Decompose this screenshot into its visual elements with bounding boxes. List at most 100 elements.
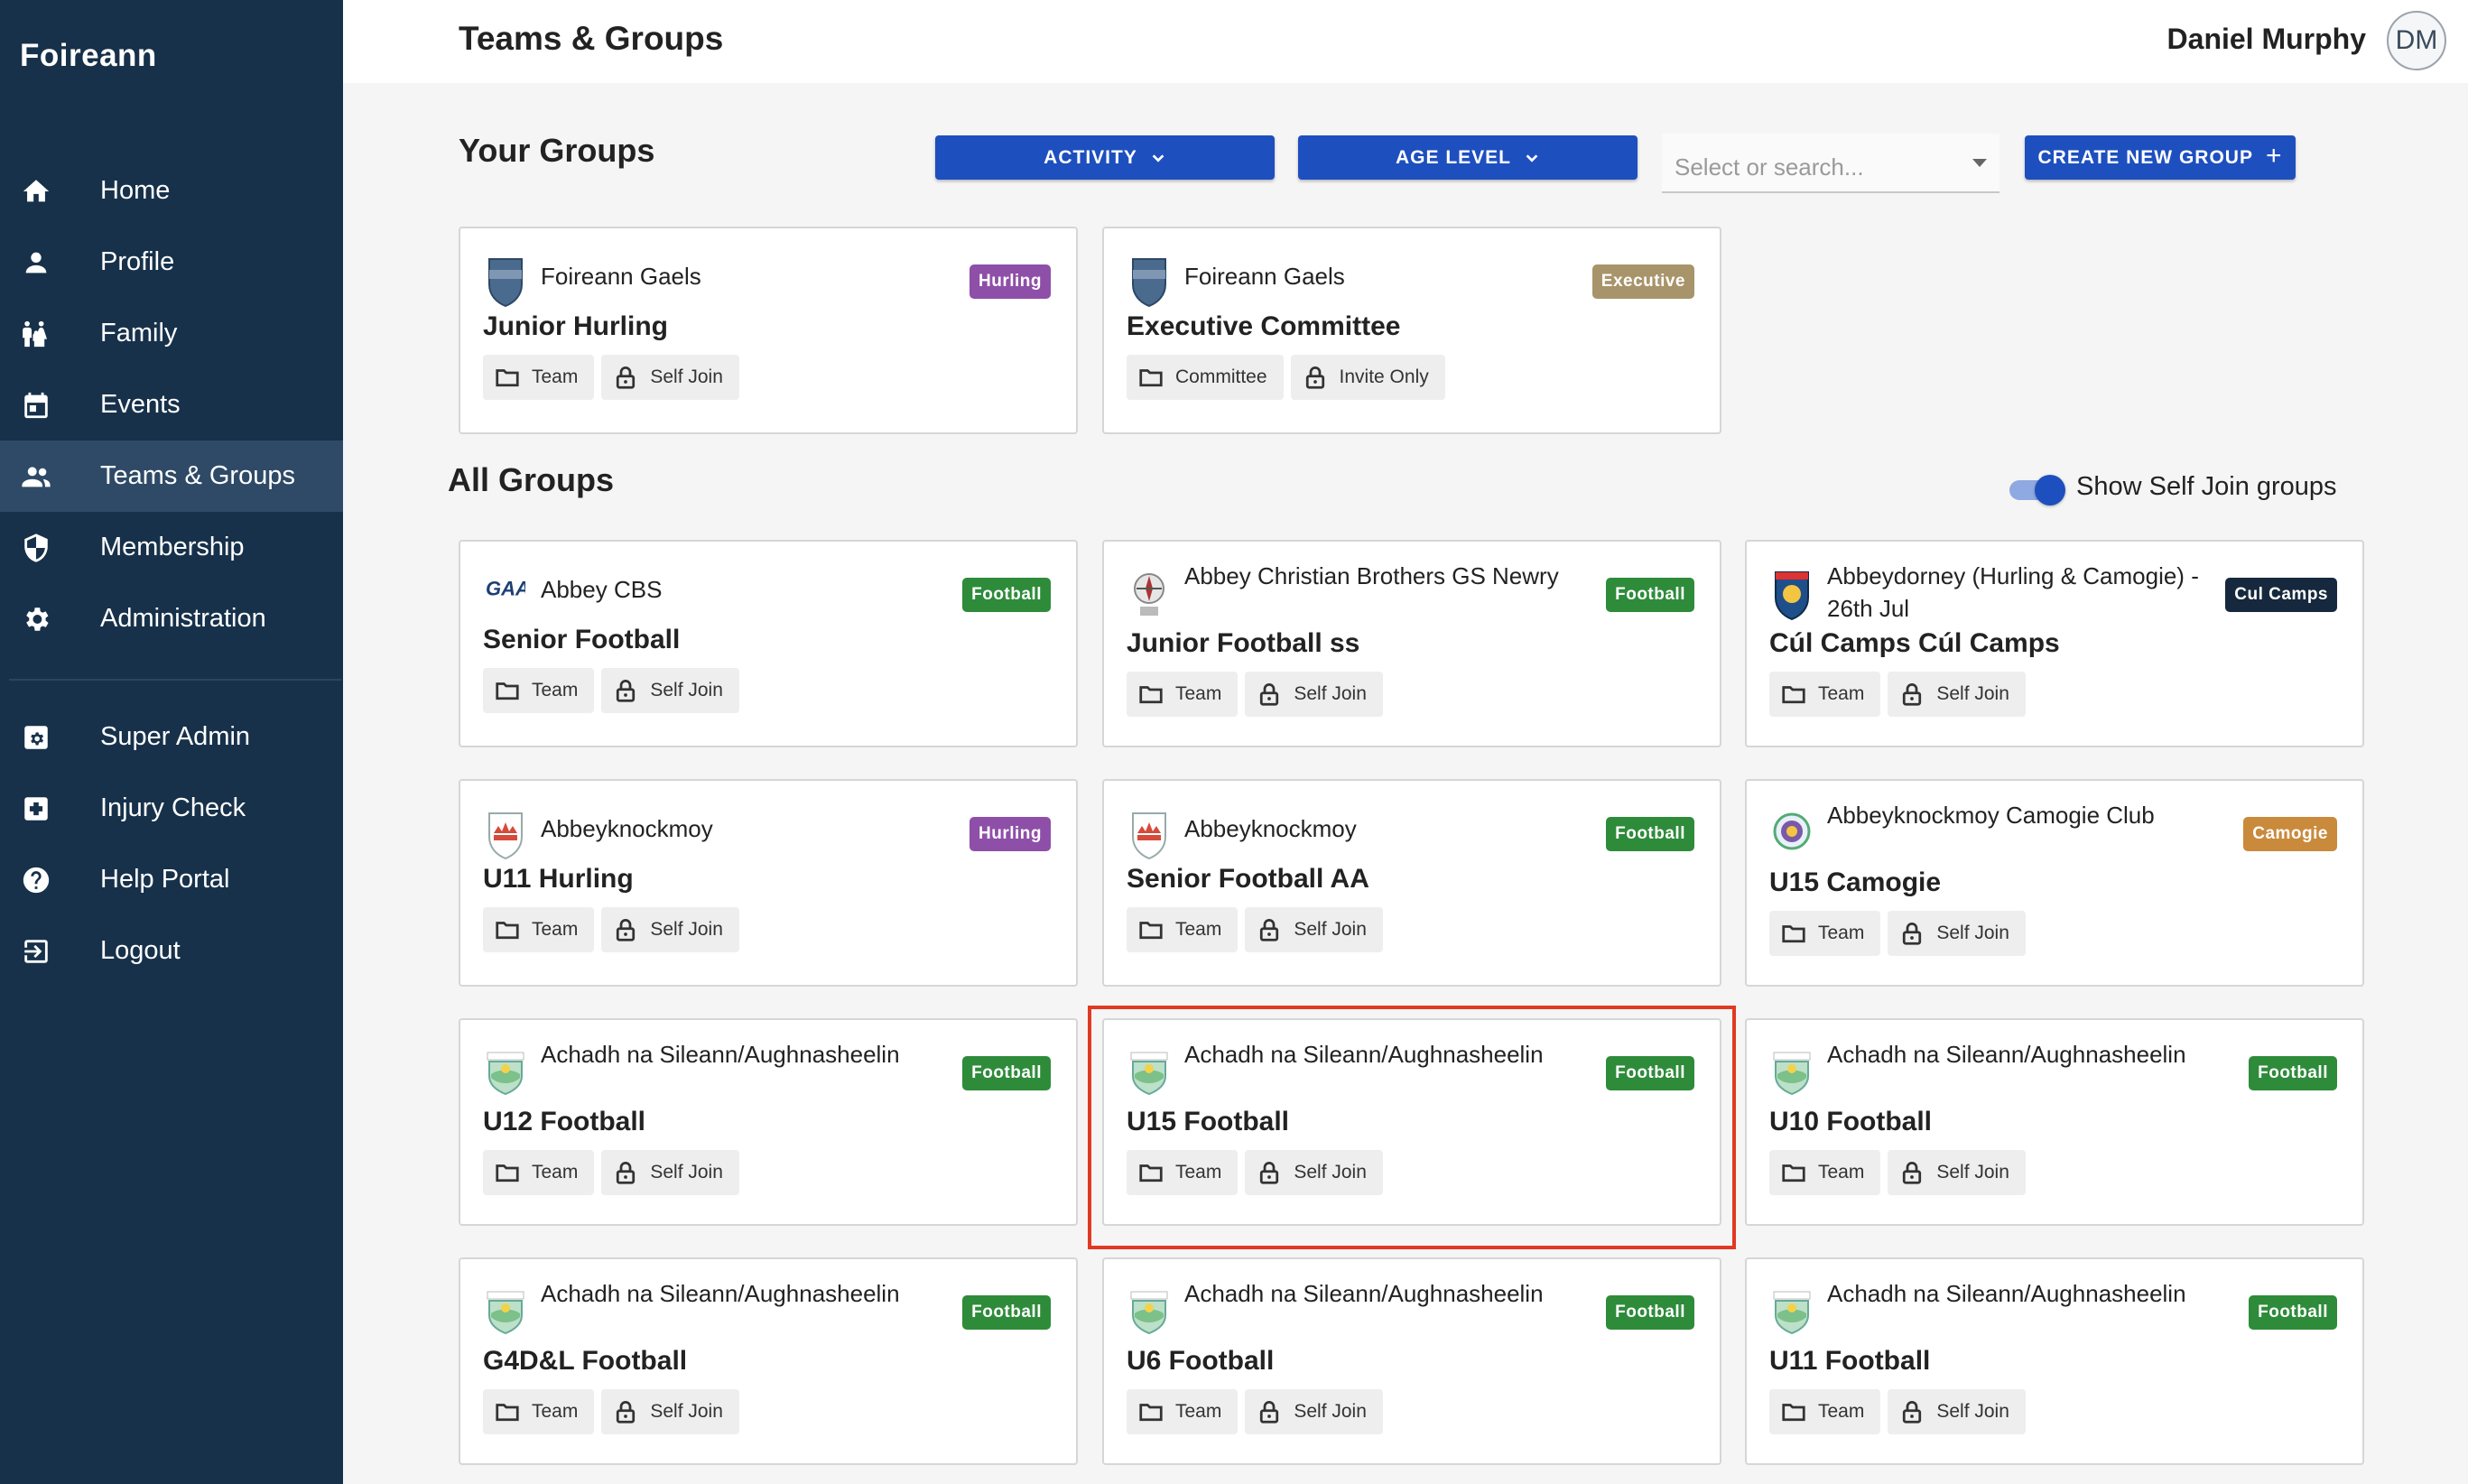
dropdown-caret-icon[interactable]	[1972, 159, 1987, 167]
group-tags: Team Self Join	[1769, 911, 2026, 956]
sidebar-item-injury-check[interactable]: Injury Check	[0, 773, 343, 844]
join-type-label: Self Join	[1294, 919, 1367, 940]
group-type-chip: Team	[1769, 672, 1881, 717]
lock-icon	[1903, 1401, 1922, 1424]
help-icon	[20, 864, 52, 896]
sidebar: Foireann Home Profile Family Events Team…	[0, 0, 343, 1484]
search-placeholder: Select or search...	[1675, 153, 1864, 181]
group-card[interactable]: Foireann Gaels Executive Executive Commi…	[1102, 227, 1721, 434]
group-type-label: Team	[1175, 1162, 1222, 1183]
club-name: Achadh na Sileann/Aughnasheelin	[1184, 1280, 1544, 1307]
group-search-select[interactable]: Select or search...	[1662, 134, 1999, 193]
club-crest-icon	[1129, 569, 1169, 621]
group-tags: Team Self Join	[1769, 672, 2026, 717]
group-tags: Team Self Join	[1127, 672, 1383, 717]
lock-icon	[1260, 1401, 1279, 1424]
folder-icon	[1782, 925, 1805, 943]
group-tags: Committee Invite Only	[1127, 355, 1445, 400]
group-type-chip: Team	[483, 1389, 595, 1434]
folder-icon	[1782, 1404, 1805, 1422]
group-tags: Team Self Join	[1127, 1389, 1383, 1434]
group-type-chip: Team	[1127, 1150, 1239, 1195]
show-self-join-toggle[interactable]	[2009, 475, 2065, 505]
group-tags: Team Self Join	[483, 907, 739, 952]
group-type-label: Team	[532, 1162, 579, 1183]
club-name: Abbeyknockmoy Camogie Club	[1827, 802, 2155, 829]
sidebar-item-home[interactable]: Home	[0, 155, 343, 227]
join-type-chip: Self Join	[1888, 672, 2026, 717]
group-name: Junior Hurling	[483, 311, 668, 341]
club-name: Achadh na Sileann/Aughnasheelin	[541, 1041, 900, 1068]
activity-badge: Cul Camps	[2225, 578, 2337, 612]
group-name: U10 Football	[1769, 1107, 1933, 1136]
group-name: U12 Football	[483, 1107, 646, 1136]
avatar[interactable]: DM	[2387, 11, 2446, 70]
group-type-label: Committee	[1175, 366, 1267, 387]
group-type-label: Team	[532, 366, 579, 387]
join-type-chip: Self Join	[1888, 911, 2026, 956]
sidebar-item-help-portal[interactable]: Help Portal	[0, 844, 343, 915]
brand-logo-text[interactable]: Foireann	[20, 38, 157, 74]
group-card[interactable]: Achadh na Sileann/Aughnasheelin Football…	[459, 1018, 1078, 1226]
club-crest-icon	[1129, 255, 1169, 308]
group-card[interactable]: Abbey Christian Brothers GS Newry Footba…	[1102, 540, 1721, 747]
group-card[interactable]: Abbeyknockmoy Camogie Club Camogie U15 C…	[1745, 779, 2364, 987]
activity-badge: Football	[2249, 1295, 2337, 1330]
group-name: U6 Football	[1127, 1346, 1275, 1376]
group-card[interactable]: Abbeyknockmoy Hurling U11 Hurling Team S…	[459, 779, 1078, 987]
group-card[interactable]: Achadh na Sileann/Aughnasheelin Football…	[1745, 1257, 2364, 1465]
sidebar-item-administration[interactable]: Administration	[0, 583, 343, 654]
sidebar-item-label: Membership	[100, 533, 245, 561]
group-card[interactable]: Achadh na Sileann/Aughnasheelin Football…	[1102, 1018, 1721, 1226]
join-type-label: Self Join	[1294, 683, 1367, 704]
sidebar-item-super-admin[interactable]: Super Admin	[0, 701, 343, 773]
join-type-label: Self Join	[650, 1401, 723, 1422]
lock-icon	[1903, 1162, 1922, 1184]
activity-badge: Football	[1606, 1295, 1694, 1330]
group-name: Junior Football ss	[1127, 628, 1360, 658]
club-crest-icon	[1772, 1047, 1812, 1099]
group-card[interactable]: Achadh na Sileann/Aughnasheelin Football…	[1745, 1018, 2364, 1226]
sidebar-item-events[interactable]: Events	[0, 369, 343, 441]
gear-icon	[20, 603, 52, 635]
sidebar-item-membership[interactable]: Membership	[0, 512, 343, 583]
calendar-icon	[20, 389, 52, 422]
sidebar-item-label: Teams & Groups	[100, 461, 295, 490]
activity-badge: Football	[1606, 817, 1694, 851]
sidebar-item-logout[interactable]: Logout	[0, 915, 343, 987]
folder-icon	[496, 1404, 519, 1422]
activity-filter-button[interactable]: ACTIVITY	[935, 135, 1275, 180]
group-type-chip: Committee	[1127, 355, 1284, 400]
group-card[interactable]: Achadh na Sileann/Aughnasheelin Football…	[1102, 1257, 1721, 1465]
sidebar-item-teams-groups[interactable]: Teams & Groups	[0, 441, 343, 512]
join-type-chip: Self Join	[1245, 1389, 1383, 1434]
club-crest-icon	[486, 1047, 525, 1099]
lock-icon	[617, 919, 636, 941]
group-card[interactable]: Abbeydorney (Hurling & Camogie) - 26th J…	[1745, 540, 2364, 747]
sidebar-item-family[interactable]: Family	[0, 298, 343, 369]
age-level-filter-button[interactable]: AGE LEVEL	[1298, 135, 1638, 180]
group-card[interactable]: Foireann Gaels Hurling Junior Hurling Te…	[459, 227, 1078, 434]
activity-badge: Football	[962, 578, 1051, 612]
create-new-group-label: CREATE NEW GROUP	[2037, 146, 2253, 168]
club-name: Achadh na Sileann/Aughnasheelin	[1827, 1041, 2186, 1068]
group-type-label: Team	[1175, 1401, 1222, 1422]
user-name[interactable]: Daniel Murphy	[2167, 23, 2366, 56]
group-type-label: Team	[1175, 683, 1222, 704]
create-new-group-button[interactable]: CREATE NEW GROUP +	[2025, 135, 2296, 180]
join-type-label: Self Join	[1936, 1401, 2009, 1422]
home-icon	[20, 175, 52, 208]
groups-icon	[20, 460, 52, 493]
show-self-join-label: Show Self Join groups	[2076, 472, 2337, 501]
group-tags: Team Self Join	[483, 1150, 739, 1195]
sidebar-item-profile[interactable]: Profile	[0, 227, 343, 298]
group-card[interactable]: Achadh na Sileann/Aughnasheelin Football…	[459, 1257, 1078, 1465]
group-card[interactable]: GAA Abbey CBS Football Senior Football T…	[459, 540, 1078, 747]
folder-icon	[496, 1164, 519, 1183]
club-crest-icon: GAA	[486, 569, 530, 621]
sidebar-item-label: Super Admin	[100, 722, 251, 751]
group-card[interactable]: Abbeyknockmoy Football Senior Football A…	[1102, 779, 1721, 987]
club-crest-icon	[1129, 1286, 1169, 1339]
activity-badge: Football	[1606, 578, 1694, 612]
activity-badge: Football	[962, 1056, 1051, 1090]
